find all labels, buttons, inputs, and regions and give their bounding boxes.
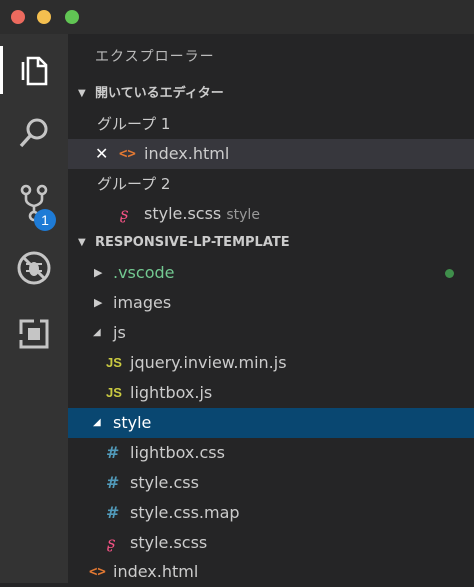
sass-file-icon: ʂ	[120, 204, 129, 223]
file-lightbox-js[interactable]: JS lightbox.js	[68, 378, 474, 408]
file-name: style.scss style	[144, 204, 260, 223]
file-style-scss[interactable]: ʂ style.scss	[68, 528, 474, 558]
open-editor-style-scss[interactable]: ʂ style.scss style	[68, 199, 474, 229]
no-bug-icon	[17, 251, 51, 285]
open-editors-header[interactable]: ▼ 開いているエディター	[68, 81, 474, 107]
open-editors-label: 開いているエディター	[95, 86, 224, 101]
open-editors-group-2: グループ 2	[68, 169, 474, 199]
file-description: style	[226, 207, 260, 223]
explorer-title: エクスプローラー	[95, 49, 215, 65]
file-name: style.css	[130, 473, 199, 492]
file-style-css-map[interactable]: # style.css.map	[68, 498, 474, 528]
source-control-badge: 1	[34, 209, 56, 231]
js-file-icon: JS	[106, 355, 122, 370]
search-button[interactable]	[0, 103, 68, 163]
project-header[interactable]: ▼ RESPONSIVE-LP-TEMPLATE	[68, 230, 474, 256]
group-1-label: グループ 1	[97, 115, 171, 133]
css-file-icon: #	[106, 443, 120, 462]
css-file-icon: #	[106, 473, 120, 492]
folder-name: .vscode	[113, 263, 175, 282]
file-jquery-inview[interactable]: JS jquery.inview.min.js	[68, 348, 474, 378]
file-name: index.html	[144, 144, 230, 163]
file-name: lightbox.css	[130, 443, 225, 462]
maximize-window-button[interactable]	[65, 10, 79, 24]
sass-file-icon: ʂ	[107, 533, 116, 552]
extensions-button[interactable]	[0, 304, 68, 364]
activity-bar: 1	[0, 34, 68, 583]
file-name: lightbox.js	[130, 383, 213, 402]
chevron-right-icon: ▶	[94, 266, 103, 279]
project-name: RESPONSIVE-LP-TEMPLATE	[95, 235, 290, 250]
file-style-css[interactable]: # style.css	[68, 468, 474, 498]
files-icon	[21, 56, 48, 86]
folder-vscode[interactable]: ▶ .vscode	[68, 258, 474, 288]
explorer-button[interactable]	[0, 40, 68, 100]
file-name: style.scss	[130, 533, 208, 552]
debug-button[interactable]	[0, 238, 68, 298]
file-name: jquery.inview.min.js	[130, 353, 287, 372]
folder-images[interactable]: ▶ images	[68, 288, 474, 318]
close-icon[interactable]: ✕	[95, 139, 108, 169]
open-editor-index-html[interactable]: ✕ <> index.html	[68, 139, 474, 169]
file-name: style.css.map	[130, 503, 240, 522]
folder-name: js	[113, 323, 126, 342]
title-bar	[0, 0, 474, 34]
chevron-down-icon: ◢	[93, 327, 101, 338]
git-status-dot	[445, 269, 454, 278]
chevron-down-icon: ▼	[78, 88, 86, 99]
chevron-right-icon: ▶	[94, 296, 103, 309]
folder-style[interactable]: ◢ style	[68, 408, 474, 438]
css-file-icon: #	[106, 503, 120, 522]
chevron-down-icon: ◢	[93, 417, 101, 428]
group-2-label: グループ 2	[97, 175, 171, 193]
source-control-button[interactable]: 1	[0, 173, 68, 233]
open-editors-group-1: グループ 1	[68, 109, 474, 139]
explorer-sidebar: エクスプローラー ▼ 開いているエディター グループ 1 ✕ <> index.…	[68, 34, 474, 583]
search-icon	[19, 118, 48, 148]
chevron-down-icon: ▼	[78, 237, 86, 248]
extensions-icon	[19, 319, 49, 349]
js-file-icon: JS	[106, 385, 122, 400]
html-file-icon: <>	[119, 146, 136, 162]
folder-name: images	[113, 293, 172, 312]
file-lightbox-css[interactable]: # lightbox.css	[68, 438, 474, 468]
folder-js[interactable]: ◢ js	[68, 318, 474, 348]
folder-name: style	[113, 413, 152, 432]
close-window-button[interactable]	[11, 10, 25, 24]
minimize-window-button[interactable]	[37, 10, 51, 24]
